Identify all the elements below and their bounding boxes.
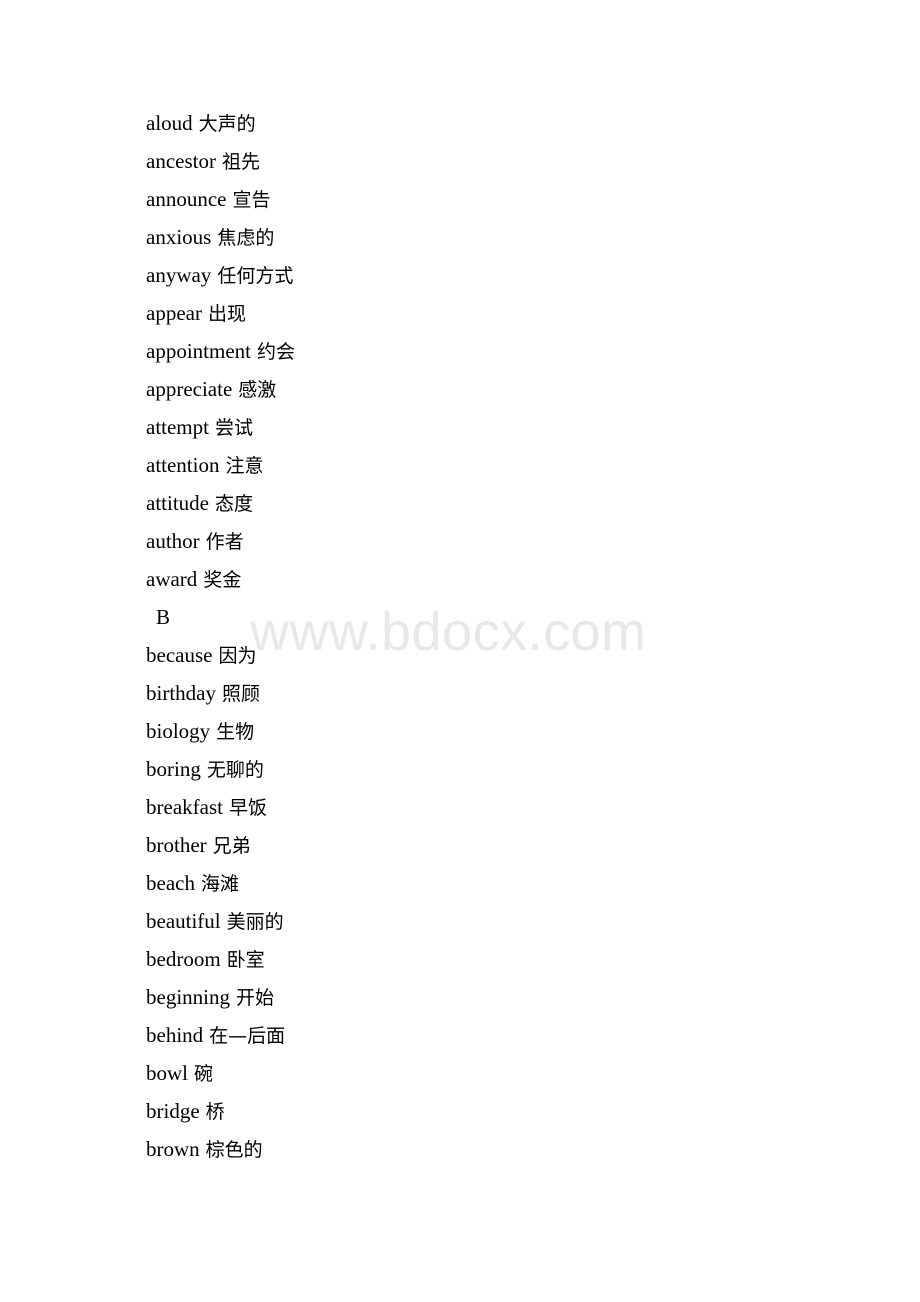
- entry-gloss: 兄弟: [212, 835, 251, 857]
- entry-gloss: 棕色的: [205, 1139, 263, 1161]
- vocabulary-entry: attempt 尝试: [146, 408, 846, 446]
- vocabulary-entry: anyway 任何方式: [146, 256, 846, 294]
- document-page: www.bdocx.com aloud 大声的 ancestor 祖先 announce…: [0, 0, 920, 1302]
- entry-gloss: 约会: [256, 341, 295, 363]
- vocabulary-entry: beginning 开始: [146, 978, 846, 1016]
- entry-term: attitude: [146, 491, 209, 515]
- entry-term: because: [146, 643, 213, 667]
- entry-gloss: 在—后面: [209, 1025, 286, 1047]
- entry-term: brown: [146, 1137, 200, 1161]
- entry-gloss: 美丽的: [226, 911, 284, 933]
- vocabulary-entry: bedroom 卧室: [146, 940, 846, 978]
- entry-term: brother: [146, 833, 207, 857]
- entry-term: aloud: [146, 111, 193, 135]
- entry-gloss: 大声的: [198, 113, 256, 135]
- entry-gloss: 态度: [214, 493, 253, 515]
- vocabulary-entry: breakfast 早饭: [146, 788, 846, 826]
- vocabulary-entry: boring 无聊的: [146, 750, 846, 788]
- entry-term: announce: [146, 187, 227, 211]
- entry-gloss: 无聊的: [206, 759, 264, 781]
- entry-gloss: 尝试: [214, 417, 253, 439]
- vocabulary-entry: beach 海滩: [146, 864, 846, 902]
- entry-gloss: 照顾: [221, 683, 260, 705]
- entry-gloss: 出现: [207, 303, 246, 325]
- entry-term: breakfast: [146, 795, 223, 819]
- vocabulary-entry: appear 出现: [146, 294, 846, 332]
- entry-gloss: 因为: [218, 645, 257, 667]
- entry-gloss: 作者: [205, 531, 244, 553]
- vocabulary-entry: bowl 碗: [146, 1054, 846, 1092]
- entry-gloss: 祖先: [221, 151, 260, 173]
- vocabulary-entry: brother 兄弟: [146, 826, 846, 864]
- vocabulary-entry: appointment 约会: [146, 332, 846, 370]
- entry-term: appear: [146, 301, 202, 325]
- vocabulary-entry: announce 宣告: [146, 180, 846, 218]
- vocabulary-entry: author 作者: [146, 522, 846, 560]
- vocabulary-entry: because 因为: [146, 636, 846, 674]
- entry-term: biology: [146, 719, 211, 743]
- entry-term: anyway: [146, 263, 212, 287]
- vocabulary-entry: attitude 态度: [146, 484, 846, 522]
- entry-term: bowl: [146, 1061, 188, 1085]
- entry-gloss: 开始: [236, 987, 275, 1009]
- entry-gloss: 早饭: [228, 797, 267, 819]
- vocabulary-entry: ancestor 祖先: [146, 142, 846, 180]
- entry-gloss: 焦虑的: [217, 227, 275, 249]
- entry-gloss: 奖金: [203, 569, 242, 591]
- vocabulary-entry: aloud 大声的: [146, 104, 846, 142]
- vocabulary-entry: bridge 桥: [146, 1092, 846, 1130]
- entry-term: anxious: [146, 225, 212, 249]
- entry-gloss: 碗: [194, 1063, 214, 1085]
- entry-term: attention: [146, 453, 220, 477]
- vocabulary-entry: brown 棕色的: [146, 1130, 846, 1168]
- vocabulary-entry: anxious 焦虑的: [146, 218, 846, 256]
- entry-gloss: 卧室: [226, 949, 265, 971]
- entry-gloss: 任何方式: [217, 265, 294, 287]
- entry-term: birthday: [146, 681, 216, 705]
- vocabulary-entry: appreciate 感激: [146, 370, 846, 408]
- entry-gloss: 桥: [205, 1101, 225, 1123]
- vocabulary-entry: beautiful 美丽的: [146, 902, 846, 940]
- entry-term: award: [146, 567, 198, 591]
- entry-gloss: 生物: [216, 721, 255, 743]
- entry-gloss: 感激: [238, 379, 277, 401]
- entry-term: beautiful: [146, 909, 221, 933]
- entry-term: appointment: [146, 339, 251, 363]
- section-heading: B: [156, 605, 171, 629]
- entry-gloss: 宣告: [232, 189, 271, 211]
- vocabulary-entry: behind 在—后面: [146, 1016, 846, 1054]
- vocabulary-entry: award 奖金: [146, 560, 846, 598]
- entry-term: boring: [146, 757, 201, 781]
- vocabulary-list: aloud 大声的 ancestor 祖先 announce 宣告 anxious 焦虑的 an…: [146, 104, 846, 1168]
- entry-term: appreciate: [146, 377, 233, 401]
- entry-gloss: 海滩: [200, 873, 239, 895]
- entry-gloss: 注意: [225, 455, 264, 477]
- entry-term: ancestor: [146, 149, 216, 173]
- entry-term: bridge: [146, 1099, 200, 1123]
- vocabulary-entry: attention 注意: [146, 446, 846, 484]
- entry-term: attempt: [146, 415, 209, 439]
- vocabulary-entry: biology 生物: [146, 712, 846, 750]
- entry-term: behind: [146, 1023, 204, 1047]
- entry-term: beach: [146, 871, 195, 895]
- entry-term: beginning: [146, 985, 230, 1009]
- entry-term: bedroom: [146, 947, 221, 971]
- entry-term: author: [146, 529, 200, 553]
- vocabulary-entry: birthday 照顾: [146, 674, 846, 712]
